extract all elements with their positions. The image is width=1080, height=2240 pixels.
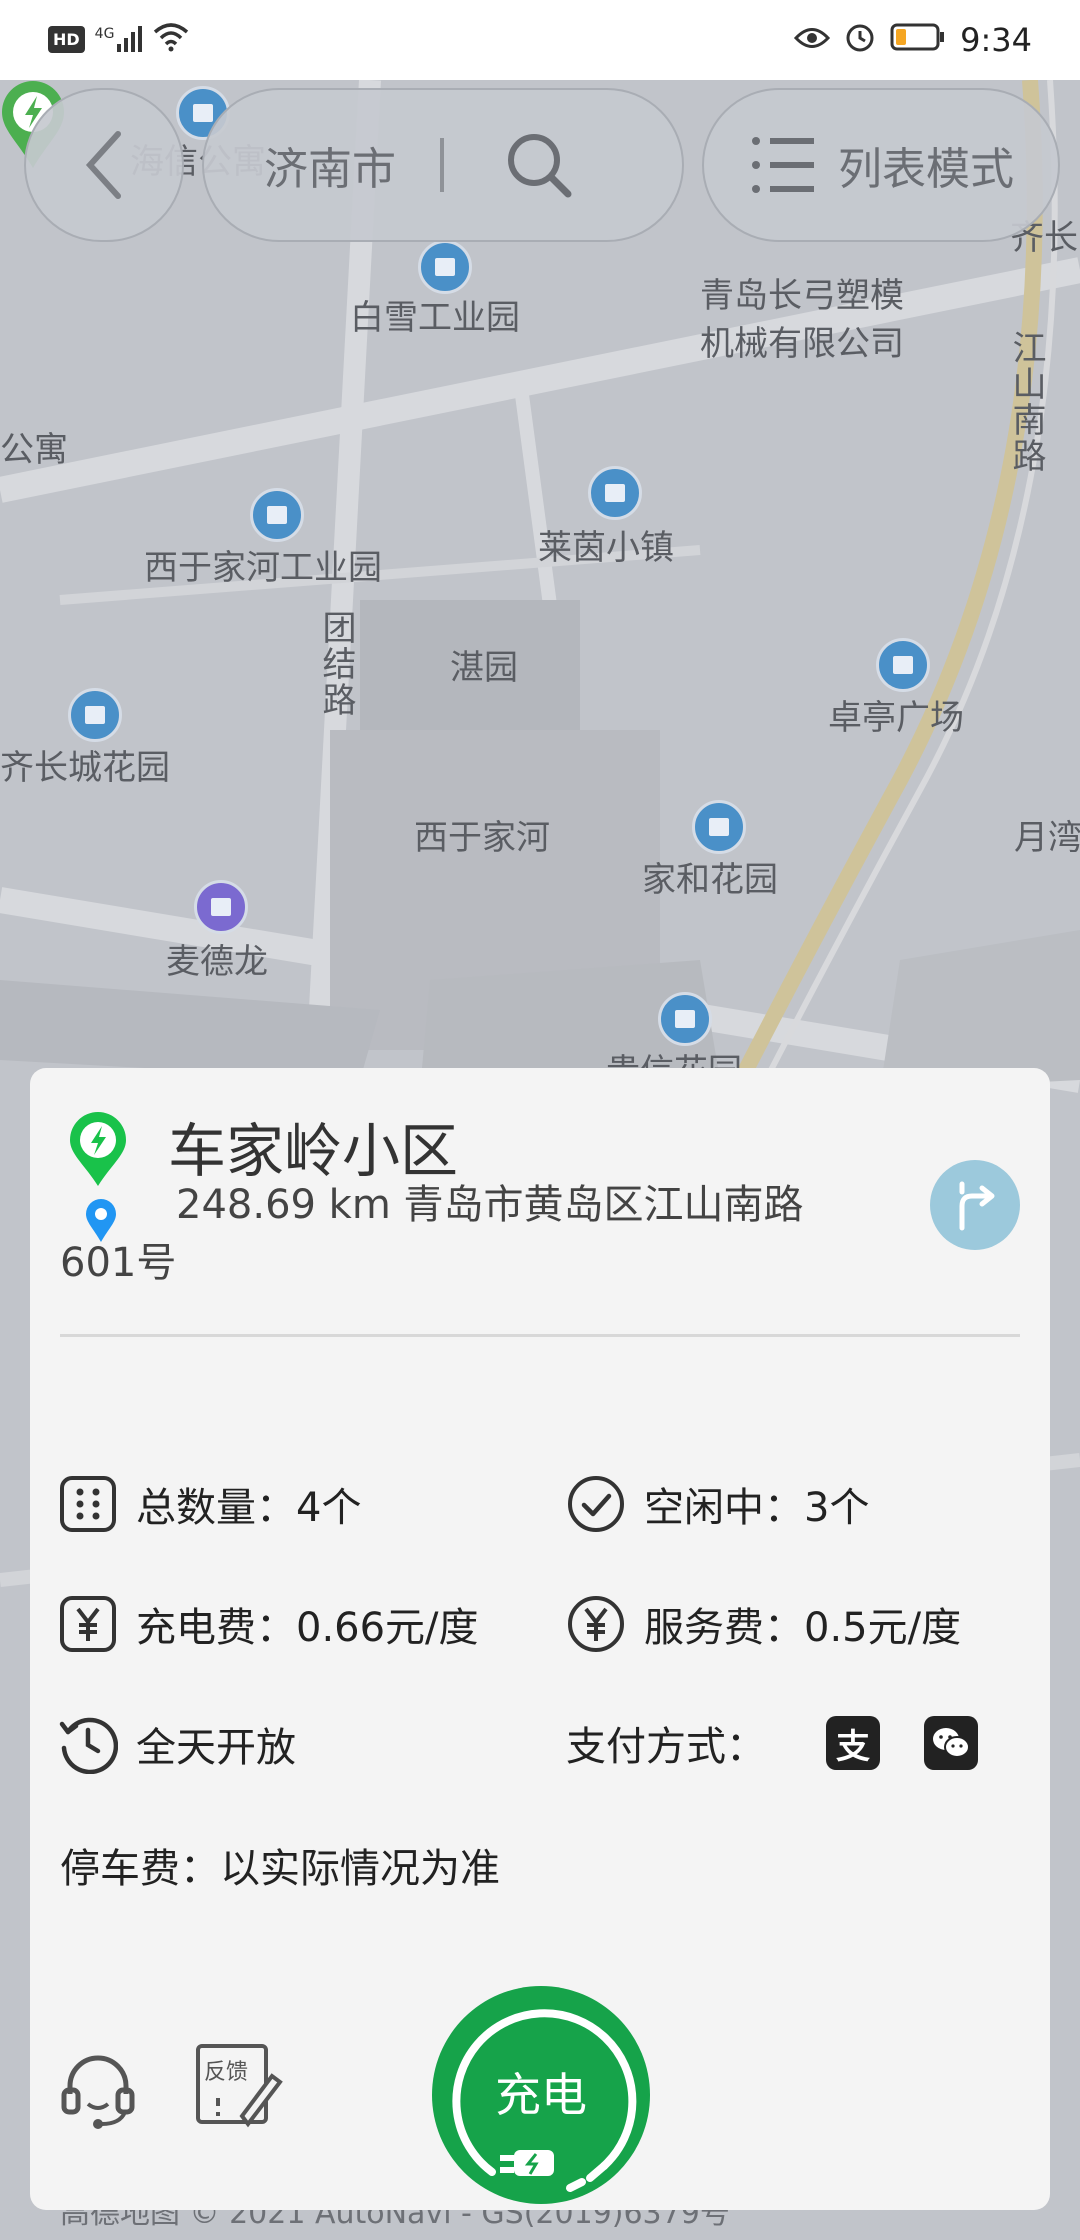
customer-service-button[interactable] <box>58 2052 138 2136</box>
eye-icon <box>794 21 831 59</box>
city-selector[interactable]: 济南市 <box>264 133 396 197</box>
map-label: 西于家河工业园 <box>144 548 382 588</box>
hd-icon: HD <box>48 25 85 53</box>
signal-icon: 4G <box>95 26 143 52</box>
headset-icon <box>61 2055 135 2129</box>
map-label: 湛园 <box>450 648 518 688</box>
map-label: 家和花园 <box>642 860 778 900</box>
poi-icon <box>418 240 472 294</box>
poi-icon <box>692 800 746 854</box>
charge-button[interactable]: 充电 <box>432 1986 650 2204</box>
poi-icon <box>250 488 304 542</box>
station-address-line: 248.69 km 青岛市黄岛区江山南路601号 <box>60 1176 840 1292</box>
idle-count: 空闲中：3个 <box>566 1474 869 1534</box>
navigate-button[interactable] <box>930 1160 1020 1250</box>
service-fee: 服务费：0.5元/度 <box>566 1594 961 1654</box>
map-label: 莱茵小镇 <box>538 528 674 568</box>
yuan-circle-icon <box>566 1594 626 1654</box>
poi-icon <box>876 638 930 692</box>
map-label: 齐长城花园 <box>0 748 170 788</box>
payment-label: 支付方式： <box>566 1724 766 1770</box>
charge-fee: 充电费：0.66元/度 <box>58 1594 479 1654</box>
map-label: 江山南路 <box>1006 330 1046 474</box>
chevron-left-icon <box>85 131 121 199</box>
divider <box>440 138 444 192</box>
station-card: 车家岭小区 248.69 km 青岛市黄岛区江山南路601号 总数量：4个 空闲… <box>30 1068 1050 2210</box>
feedback-button[interactable]: 反馈 <box>194 2042 286 2134</box>
poi-icon <box>68 688 122 742</box>
search-icon[interactable] <box>504 130 574 200</box>
station-address: 青岛市黄岛区江山南路601号 <box>60 1182 804 1286</box>
yuan-box-icon <box>58 1594 118 1654</box>
total-count: 总数量：4个 <box>58 1474 361 1534</box>
feedback-label: 反馈 <box>204 2060 249 2085</box>
open-hours: 全天开放 <box>58 1714 296 1774</box>
alarm-icon <box>844 20 876 60</box>
service-fee-label: 服务费：0.5元/度 <box>644 1605 962 1651</box>
divider <box>60 1334 1020 1337</box>
map-label: 公寓 <box>0 430 68 470</box>
wifi-icon <box>152 22 190 56</box>
poi-icon <box>658 992 712 1046</box>
map-label: 团结路 <box>316 610 356 718</box>
map-label: 麦德龙 <box>166 942 268 982</box>
list-mode-button[interactable]: 列表模式 <box>702 88 1060 242</box>
map-label: 青岛长弓塑模 机械有限公司 <box>700 276 904 364</box>
alipay-icon: 支 <box>826 1716 880 1770</box>
map-label: 白雪工业园 <box>350 298 520 338</box>
grid-dots-icon <box>58 1474 118 1534</box>
list-icon <box>752 137 814 193</box>
check-circle-icon <box>566 1474 626 1534</box>
search-bar[interactable]: 济南市 <box>202 88 684 242</box>
battery-icon <box>890 21 946 59</box>
history-clock-icon <box>58 1714 118 1774</box>
back-button[interactable] <box>24 88 184 242</box>
map-label: 月湾 <box>1014 818 1080 858</box>
total-count-label: 总数量：4个 <box>136 1485 362 1531</box>
status-bar: HD 4G 9:34 <box>0 0 1080 80</box>
map-label: 西于家河 <box>414 818 550 858</box>
parking-fee: 停车费：以实际情况为准 <box>60 1836 500 1894</box>
open-hours-label: 全天开放 <box>136 1725 296 1771</box>
parking-fee-label: 停车费：以实际情况为准 <box>60 1846 500 1892</box>
charge-label: 充电 <box>495 2068 587 2122</box>
clock-time: 9:34 <box>960 21 1032 59</box>
list-mode-label: 列表模式 <box>838 144 1014 195</box>
station-distance: 248.69 km <box>176 1182 391 1228</box>
idle-count-label: 空闲中：3个 <box>644 1485 870 1531</box>
payment-methods: 支付方式： 支 <box>566 1714 978 1772</box>
charge-fee-label: 充电费：0.66元/度 <box>136 1605 479 1651</box>
poi-icon <box>588 466 642 520</box>
route-icon <box>959 1181 995 1231</box>
map-label: 卓亭广场 <box>828 698 964 738</box>
shopping-icon <box>194 880 248 934</box>
wechat-pay-icon <box>924 1716 978 1770</box>
